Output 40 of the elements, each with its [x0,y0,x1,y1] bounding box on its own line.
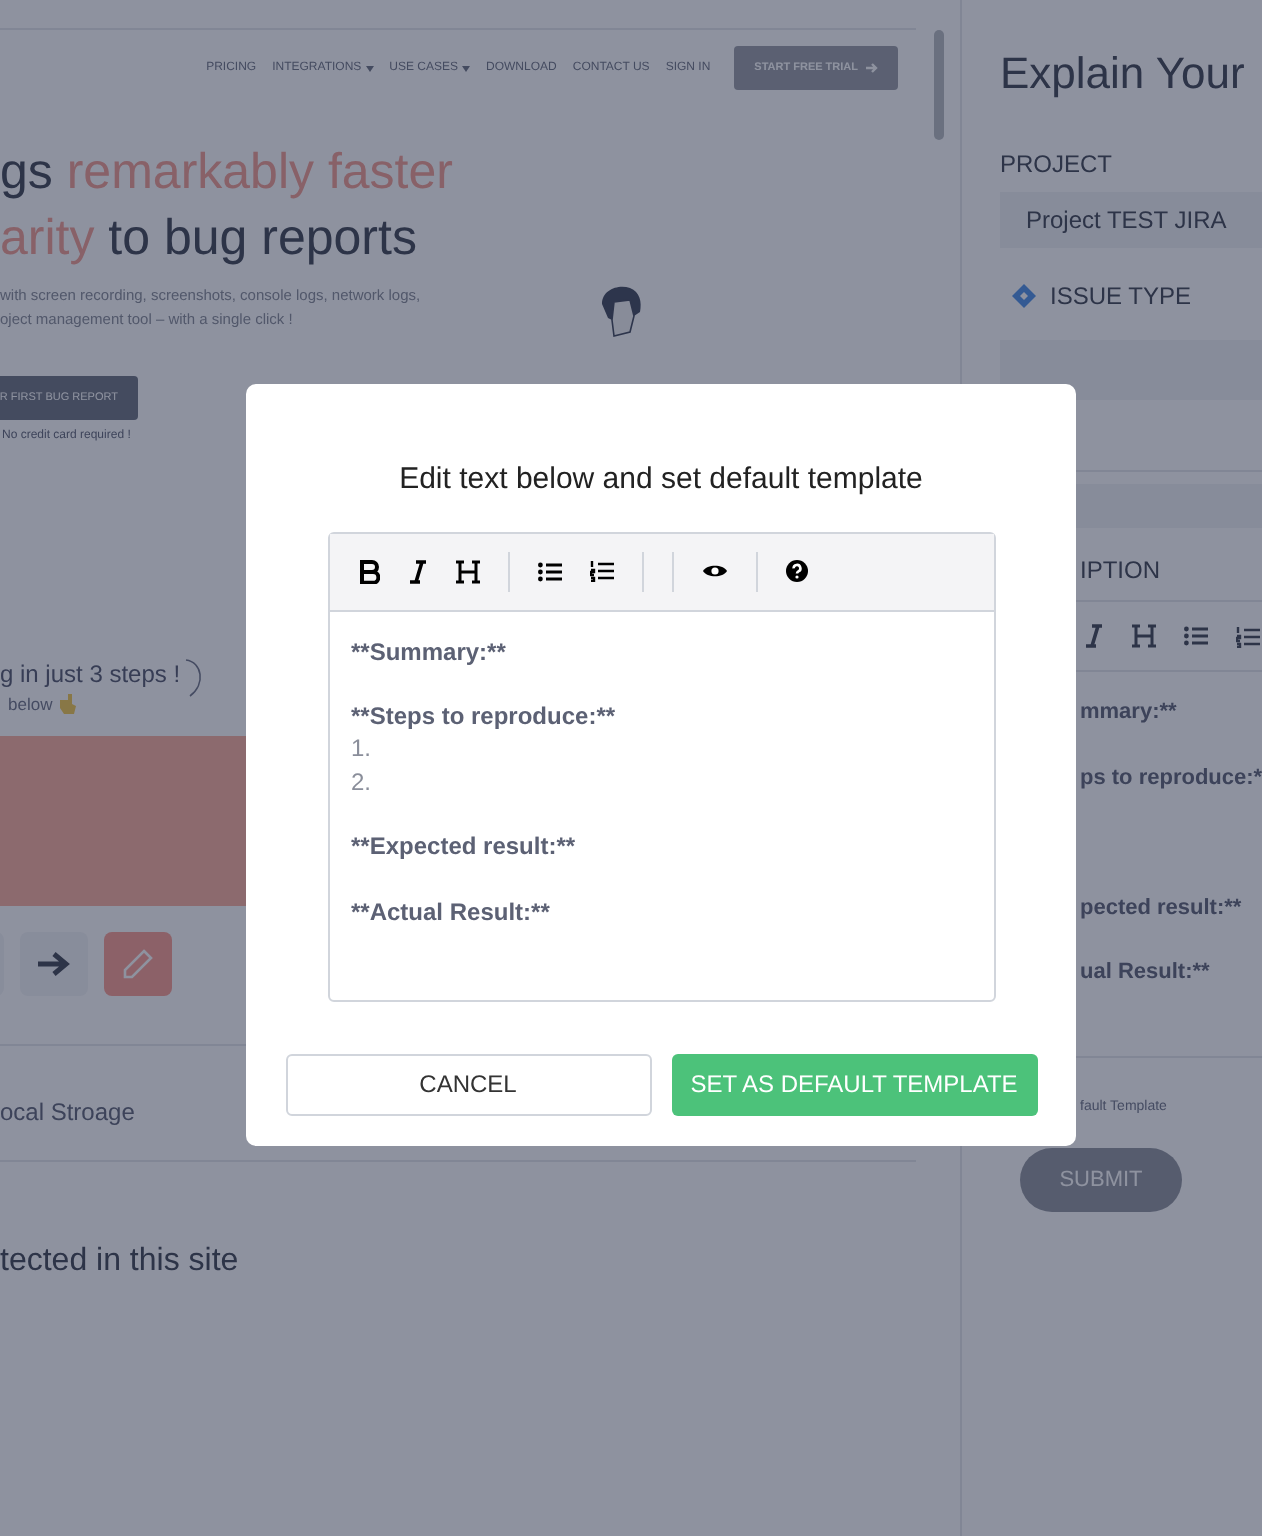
italic-icon[interactable] [407,559,427,583]
caret-icon [365,65,374,71]
panel-title: Explain Your [1000,46,1247,102]
pencil-icon [122,947,154,980]
description-line: pected result:** [1080,893,1244,924]
editor-line: **Actual Result:** [351,895,552,929]
eye-icon[interactable] [701,562,727,580]
issue-type-label: ISSUE TYPE [1050,280,1191,314]
project-label: PROJECT [1000,148,1115,182]
steps-hint: below [8,692,53,718]
modal-title: Edit text below and set default template [399,460,923,500]
local-storage-label: ocal Stroage [0,1095,137,1130]
scrollbar-thumb[interactable] [933,30,943,140]
pointing-hand-icon [58,694,77,715]
editor-line: 2. [351,765,374,798]
detected-heading: tected in this site [0,1241,241,1282]
description-line: ual Result:** [1080,958,1212,989]
numbered-list-icon[interactable] [589,560,613,582]
help-icon[interactable] [785,560,807,582]
tool-button[interactable] [20,931,88,996]
editor-line: **Steps to reproduce:** [351,700,618,733]
editor-line: 1. [351,732,374,766]
project-select[interactable]: Project TEST JIRA [1000,192,1262,248]
arrow-right-icon [38,951,70,976]
caret-icon [462,65,471,71]
editor-line: **Summary:** [351,635,508,668]
description-line: mmary:** [1080,698,1179,728]
editor-line: **Expected result:** [351,830,578,864]
bulleted-list-icon[interactable] [537,561,561,581]
issue-type-select[interactable] [1000,340,1262,400]
description-label: IPTION [1078,554,1163,588]
bold-icon[interactable] [359,559,379,583]
steps-title: g in just 3 steps ! [0,658,181,692]
heading-icon[interactable] [455,559,479,583]
arrow-right-icon [866,62,878,74]
editor[interactable]: **Summary:** **Steps to reproduce:** 1. 2. **Expected result:** **Actual Result:** [327,531,995,1001]
description-line: ps to reproduce:* [1080,763,1262,794]
cancel-button[interactable]: CANCEL [285,1053,651,1115]
set-default-template-button[interactable]: SET AS DEFAULT TEMPLATE [671,1053,1037,1115]
diamond-icon [1012,284,1036,308]
